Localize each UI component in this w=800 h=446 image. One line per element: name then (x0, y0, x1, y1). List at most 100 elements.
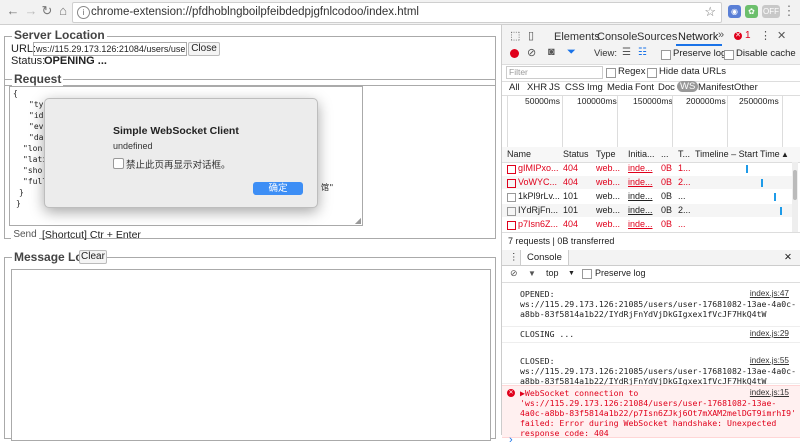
record-icon[interactable] (510, 49, 519, 58)
col-status[interactable]: Status (563, 147, 589, 162)
device-toggle-icon[interactable]: ▯ (528, 29, 534, 42)
extension-off-badge[interactable]: OFF (762, 5, 780, 18)
message-log-area[interactable] (11, 269, 491, 441)
devtools-close-icon[interactable]: ✕ (777, 29, 786, 42)
extension-globe-icon[interactable]: ◉ (728, 5, 741, 18)
type-filter-doc[interactable]: Doc (658, 82, 675, 93)
type-filter-font[interactable]: Font (635, 82, 654, 93)
type-filter-js[interactable]: JS (549, 82, 560, 93)
row-name: 1kPl9rLv... (518, 191, 560, 201)
type-filter-img[interactable]: Img (587, 82, 603, 93)
console-source-link[interactable]: index.js:29 (750, 329, 789, 338)
more-tabs[interactable]: » (718, 29, 724, 41)
type-filter-ws[interactable]: WS (677, 81, 699, 92)
clear-button[interactable]: Clear (79, 250, 107, 264)
table-row[interactable]: gIMIPxo... 404 web... inde... 0B 1... (502, 162, 792, 175)
request-text: { "ty "id "ev "da "lon "lati "sho "full … (13, 89, 48, 208)
sort-ascending-icon[interactable]: ▲ (781, 147, 789, 162)
request-legend: Request (12, 72, 64, 86)
disable-cache-checkbox[interactable] (724, 50, 734, 60)
console-source-link[interactable]: index.js:15 (750, 388, 789, 397)
drawer-menu-icon[interactable]: ⋮ (509, 250, 519, 265)
star-icon[interactable]: ☆ (704, 4, 716, 20)
waterfall-view-icon[interactable]: ☷ (638, 47, 647, 58)
tab-network[interactable]: Network (678, 31, 718, 43)
type-filter-all[interactable]: All (509, 82, 520, 93)
clear-icon[interactable]: ⊘ (527, 46, 536, 59)
hide-data-urls-checkbox[interactable] (647, 68, 657, 78)
resize-handle-icon[interactable]: ◢ (355, 216, 361, 225)
row-initiator[interactable]: inde... (628, 176, 653, 189)
regex-checkbox[interactable] (606, 68, 616, 78)
home-icon[interactable]: ⌂ (56, 4, 70, 18)
console-source-link[interactable]: index.js:55 (750, 356, 789, 365)
type-filter-other[interactable]: Other (734, 82, 758, 93)
table-row[interactable]: IYdRjFn... 101 web... inde... 0B 2... (502, 204, 792, 217)
row-name: gIMIPxo... (518, 163, 559, 173)
drawer-tab-console[interactable]: Console (520, 250, 569, 265)
preserve-log-label: Preserve log (673, 48, 727, 59)
table-scrollbar[interactable] (792, 162, 798, 232)
console-preserve-log-checkbox[interactable] (582, 269, 592, 279)
type-filter-bar: All XHR JS CSS Img Media Font Doc WS Man… (502, 81, 800, 96)
row-initiator[interactable]: inde... (628, 218, 653, 231)
row-initiator[interactable]: inde... (628, 162, 653, 175)
console-prompt[interactable]: › (509, 434, 513, 446)
view-label: View: (594, 48, 618, 59)
overview-timeline[interactable]: 50000ms 100000ms 150000ms 200000ms 25000… (502, 95, 800, 148)
info-icon[interactable]: i (77, 6, 90, 19)
forward-icon[interactable]: → (24, 4, 38, 18)
list-view-icon[interactable]: ☰ (622, 47, 631, 58)
extension-leaf-icon[interactable]: ✿ (745, 5, 758, 18)
filter-icon[interactable]: ⏷ (567, 46, 576, 59)
menu-icon[interactable]: ⋮ (782, 4, 796, 18)
console-source-link[interactable]: index.js:47 (750, 289, 789, 298)
back-icon[interactable]: ← (6, 4, 20, 18)
close-button[interactable]: Close (188, 42, 220, 56)
console-clear-icon[interactable]: ⊘ (510, 265, 518, 282)
col-initiator[interactable]: Initia... (628, 147, 655, 162)
dialog-ok-button[interactable]: 确定 (253, 182, 303, 195)
filter-row: Filter Regex Hide data URLs (502, 64, 800, 82)
preserve-log-checkbox[interactable] (661, 50, 671, 60)
col-name[interactable]: Name (507, 147, 531, 162)
dialog-suppress-checkbox[interactable] (113, 158, 124, 169)
row-size: 0B (661, 219, 673, 229)
filter-input[interactable]: Filter (506, 66, 603, 79)
type-filter-manifest[interactable]: Manifest (698, 82, 734, 93)
type-filter-css[interactable]: CSS (565, 82, 585, 93)
row-name: VoWYC... (518, 177, 558, 187)
col-size[interactable]: ... (661, 147, 669, 162)
tab-elements[interactable]: Elements (554, 31, 600, 43)
row-initiator[interactable]: inde... (628, 190, 653, 203)
shortcut-hint: [Shortcut] Ctr + Enter (42, 229, 141, 241)
console-filter-icon[interactable]: ▼ (528, 265, 536, 282)
row-initiator[interactable]: inde... (628, 204, 653, 217)
settings-menu-icon[interactable]: ⋮ (760, 29, 771, 42)
row-time: 1... (678, 163, 691, 173)
table-row[interactable]: p7Isn6Z... 404 web... inde... 0B ... (502, 218, 792, 231)
tab-console[interactable]: Console (597, 31, 637, 43)
col-type[interactable]: Type (596, 147, 616, 162)
timeline-tick: 150000ms (633, 96, 673, 106)
reload-icon[interactable]: ↻ (40, 4, 54, 18)
table-row[interactable]: 1kPl9rLv... 101 web... inde... 0B ... (502, 190, 792, 203)
camera-icon[interactable]: ◙ (548, 46, 555, 58)
type-filter-media[interactable]: Media (607, 82, 633, 93)
devtools-panel: ⬚ ▯ Elements Console Sources Network » ✕… (501, 25, 800, 446)
context-select[interactable]: top (546, 265, 559, 282)
type-filter-xhr[interactable]: XHR (527, 82, 547, 93)
col-time[interactable]: T... (678, 147, 690, 162)
address-bar[interactable]: i chrome-extension://pfdhoblngboilpfeibd… (72, 2, 722, 23)
table-row[interactable]: VoWYC... 404 web... inde... 0B 2... (502, 176, 792, 189)
row-status: 101 (563, 191, 579, 201)
drawer-close-icon[interactable]: ✕ (784, 250, 792, 265)
inspect-icon[interactable]: ⬚ (510, 29, 520, 42)
chevron-down-icon[interactable]: ▼ (568, 265, 575, 282)
col-timeline[interactable]: Timeline – Start Time (695, 147, 780, 162)
error-count[interactable]: 1 (745, 30, 751, 41)
url-input[interactable]: ws://115.29.173.126:21084/users/user-1 (33, 42, 187, 56)
tab-sources[interactable]: Sources (637, 31, 677, 43)
row-type: web... (596, 191, 621, 201)
send-button[interactable]: Send (11, 228, 39, 242)
